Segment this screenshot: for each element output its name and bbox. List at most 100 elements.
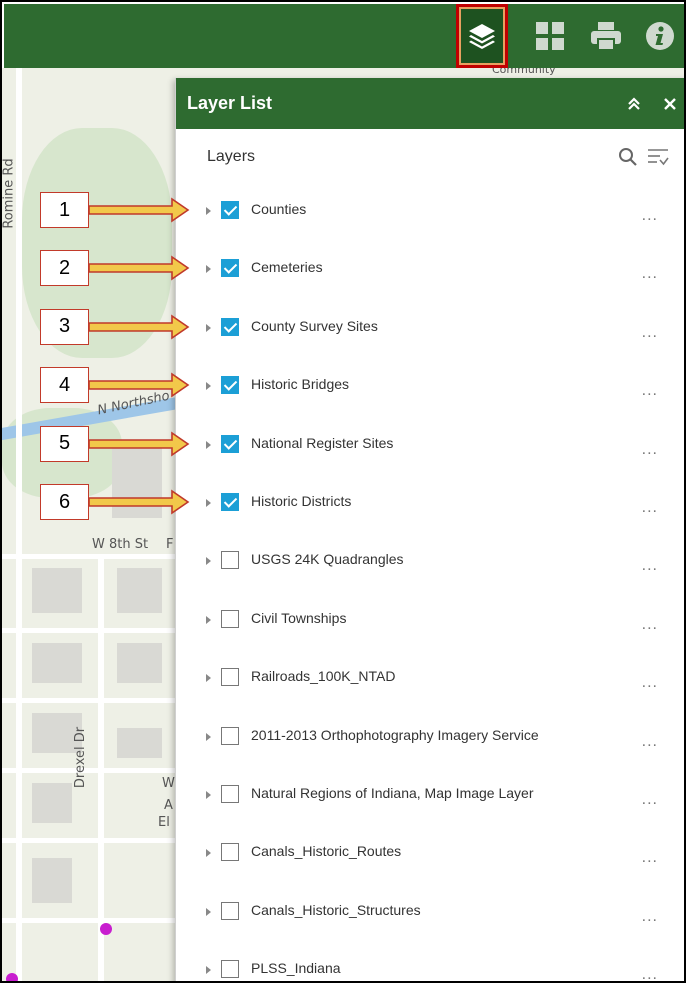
- layer-more-options-icon[interactable]: ...: [642, 850, 658, 866]
- expand-caret-icon[interactable]: [206, 674, 211, 683]
- map-road: [2, 628, 175, 633]
- callout-number: 6: [40, 484, 89, 520]
- expand-caret-icon[interactable]: [206, 440, 211, 449]
- layer-name: County Survey Sites: [251, 317, 378, 334]
- map-block: [32, 643, 82, 683]
- layer-visibility-checkbox[interactable]: [221, 434, 239, 453]
- layer-row[interactable]: USGS 24K Quadrangles...: [176, 535, 684, 593]
- layer-row[interactable]: Counties...: [176, 185, 684, 243]
- expand-caret-icon[interactable]: [206, 790, 211, 799]
- close-panel-button[interactable]: [652, 78, 684, 129]
- about-button[interactable]: [634, 4, 684, 68]
- callout-arrow: [88, 431, 190, 457]
- layer-name: Counties: [251, 201, 307, 217]
- layer-visibility-checkbox[interactable]: [221, 960, 239, 979]
- layer-visibility-checkbox[interactable]: [221, 201, 239, 219]
- expand-caret-icon[interactable]: [206, 382, 211, 391]
- layer-row[interactable]: Historic Bridges...: [176, 360, 684, 418]
- callout-number: 1: [40, 192, 89, 228]
- layer-more-options-icon[interactable]: ...: [642, 558, 658, 574]
- layers-heading: Layers: [207, 148, 256, 165]
- layer-name: Canals_Historic_Structures: [251, 901, 421, 918]
- layer-more-options-icon[interactable]: ...: [642, 324, 658, 340]
- expand-caret-icon[interactable]: [206, 323, 211, 332]
- layers-button[interactable]: [456, 4, 508, 68]
- layer-row[interactable]: Civil Townships...: [176, 594, 684, 652]
- expand-caret-icon[interactable]: [206, 849, 211, 858]
- map-block: [32, 858, 72, 903]
- expand-caret-icon[interactable]: [206, 732, 211, 741]
- map-label-romine: Romine Rd: [2, 158, 17, 229]
- close-icon: [664, 97, 676, 110]
- page-frame: Romine Rd N Northsho W 8th St F Drexel D…: [0, 0, 686, 983]
- callout-arrow: [88, 372, 190, 398]
- layer-more-options-icon[interactable]: ...: [642, 499, 658, 515]
- layer-options-button[interactable]: [646, 145, 670, 169]
- layer-visibility-checkbox[interactable]: [221, 668, 239, 687]
- expand-caret-icon[interactable]: [206, 615, 211, 624]
- layer-name: Cemeteries: [251, 259, 323, 276]
- panel-title: Layer List: [187, 93, 273, 113]
- layer-row[interactable]: Canals_Historic_Routes...: [176, 827, 684, 885]
- layer-visibility-checkbox[interactable]: [221, 609, 239, 628]
- layer-visibility-checkbox[interactable]: [221, 551, 239, 570]
- expand-caret-icon[interactable]: [206, 207, 211, 215]
- layer-visibility-checkbox[interactable]: [221, 726, 239, 745]
- layers-toolbar: Layers: [176, 129, 684, 185]
- layer-row[interactable]: PLSS_Indiana...: [176, 944, 684, 981]
- map-label-community: Community: [492, 68, 556, 76]
- expand-caret-icon[interactable]: [206, 966, 211, 975]
- layer-name: Civil Townships: [251, 609, 347, 626]
- layer-visibility-checkbox[interactable]: [221, 259, 239, 278]
- layer-row[interactable]: 2011-2013 Orthophotography Imagery Servi…: [176, 711, 684, 769]
- map-site-marker[interactable]: [100, 923, 112, 935]
- layer-list: Counties... Cemeteries... County Survey Si…: [176, 185, 684, 981]
- expand-caret-icon[interactable]: [206, 498, 211, 507]
- print-button[interactable]: [580, 4, 632, 68]
- layer-more-options-icon[interactable]: ...: [642, 908, 658, 924]
- search-layers-button[interactable]: [616, 145, 640, 169]
- expand-caret-icon[interactable]: [206, 557, 211, 566]
- double-chevron-up-icon: [628, 96, 640, 110]
- layer-row[interactable]: Cemeteries...: [176, 243, 684, 301]
- map-site-marker[interactable]: [6, 973, 18, 981]
- layer-visibility-checkbox[interactable]: [221, 843, 239, 862]
- layer-visibility-checkbox[interactable]: [221, 376, 239, 395]
- collapse-panel-button[interactable]: [616, 78, 652, 129]
- map-road: [2, 554, 175, 559]
- layer-visibility-checkbox[interactable]: [221, 784, 239, 803]
- layer-more-options-icon[interactable]: ...: [642, 208, 658, 224]
- layer-name: PLSS_Indiana: [251, 960, 341, 977]
- layer-visibility-checkbox[interactable]: [221, 901, 239, 920]
- layer-more-options-icon[interactable]: ...: [642, 967, 658, 981]
- layer-visibility-checkbox[interactable]: [221, 492, 239, 511]
- layer-row[interactable]: Railroads_100K_NTAD...: [176, 652, 684, 710]
- layer-visibility-checkbox[interactable]: [221, 317, 239, 336]
- layer-more-options-icon[interactable]: ...: [642, 266, 658, 282]
- layer-more-options-icon[interactable]: ...: [642, 675, 658, 691]
- layer-more-options-icon[interactable]: ...: [642, 616, 658, 632]
- map-road: [2, 768, 175, 773]
- layer-more-options-icon[interactable]: ...: [642, 383, 658, 399]
- layer-more-options-icon[interactable]: ...: [642, 791, 658, 807]
- expand-caret-icon[interactable]: [206, 265, 211, 274]
- filter-list-icon: [648, 149, 669, 166]
- layer-row[interactable]: Canals_Historic_Structures...: [176, 886, 684, 944]
- info-icon: [646, 22, 674, 50]
- layer-row[interactable]: Historic Districts...: [176, 477, 684, 535]
- layer-row[interactable]: Natural Regions of Indiana, Map Image La…: [176, 769, 684, 827]
- map-road: [2, 838, 175, 843]
- layer-row[interactable]: National Register Sites...: [176, 419, 684, 477]
- layer-row[interactable]: County Survey Sites...: [176, 302, 684, 360]
- top-toolbar: [4, 4, 684, 68]
- layer-more-options-icon[interactable]: ...: [642, 733, 658, 749]
- map-label-el: El: [158, 815, 170, 830]
- map-road: [2, 698, 175, 703]
- map-label-f: F: [166, 537, 174, 552]
- expand-caret-icon[interactable]: [206, 907, 211, 916]
- map-label-w: W: [162, 776, 175, 791]
- widgets-button[interactable]: [524, 4, 576, 68]
- layer-name: National Register Sites: [251, 434, 394, 451]
- layer-more-options-icon[interactable]: ...: [642, 441, 658, 457]
- callout-number: 3: [40, 308, 89, 345]
